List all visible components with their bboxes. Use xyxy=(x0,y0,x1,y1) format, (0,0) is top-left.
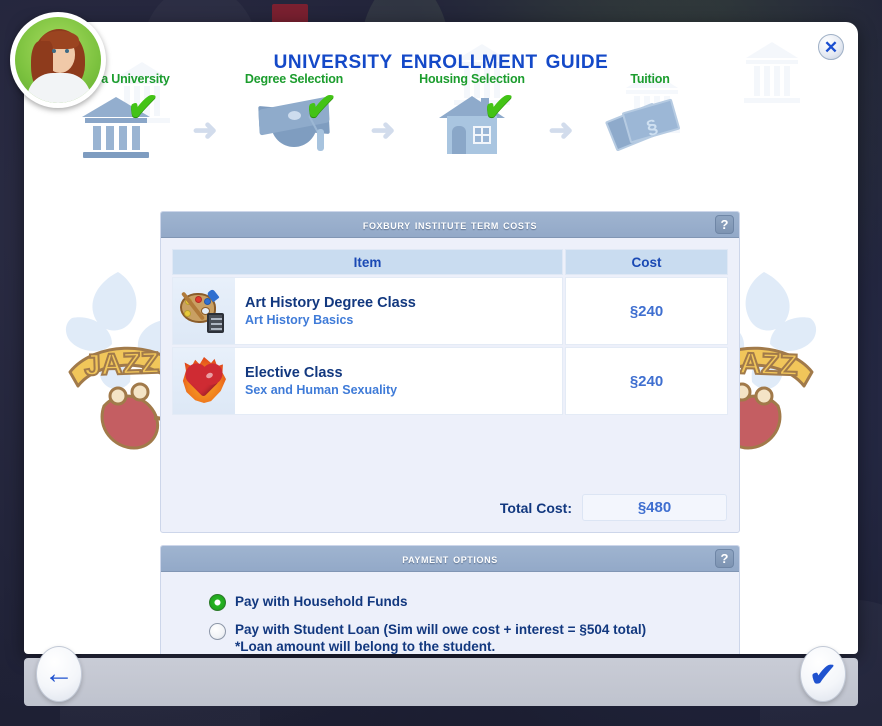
avatar[interactable] xyxy=(10,12,106,108)
costs-table: Item Cost Art History Degree Class Art H… xyxy=(172,249,728,415)
step-art: ✔ xyxy=(228,81,360,162)
step-label: Housing Selection xyxy=(419,72,525,86)
help-icon[interactable]: ? xyxy=(715,215,734,234)
row-subtitle: Sex and Human Sexuality xyxy=(245,383,398,397)
step-arrow-icon: ➜ xyxy=(370,114,396,147)
mascot-text: JAZZ xyxy=(84,347,160,383)
money-icon: § xyxy=(604,95,693,157)
university-enrollment-dialog: JAZZ JAZZ University Enrollment Guide ✕ xyxy=(24,22,858,654)
radio-button-selected[interactable] xyxy=(209,594,226,611)
row-subtitle: Art History Basics xyxy=(245,313,354,327)
confirm-button[interactable]: ✔ xyxy=(800,646,846,702)
row-title: Art History Degree Class xyxy=(245,295,416,311)
step-degree-selection[interactable]: Degree Selection ✔ xyxy=(228,72,360,162)
total-cost-label: Total Cost: xyxy=(499,499,572,516)
row-cost: §240 xyxy=(565,277,728,345)
flaming-heart-icon xyxy=(181,357,227,405)
option-label: Pay with Household Funds xyxy=(235,594,408,609)
table-row[interactable]: Elective Class Sex and Human Sexuality §… xyxy=(172,347,728,415)
payment-option-student-loan[interactable]: Pay with Student Loan (Sim will owe cost… xyxy=(209,622,646,654)
step-complete-check-icon: ✔ xyxy=(124,81,161,132)
total-cost-row: Total Cost: §480 xyxy=(500,494,727,521)
row-title: Elective Class xyxy=(245,365,343,381)
panel-header: Payment Options ? xyxy=(161,546,739,572)
option-label: Pay with Student Loan (Sim will owe cost… xyxy=(235,621,646,654)
help-icon[interactable]: ? xyxy=(715,549,734,568)
art-palette-icon xyxy=(180,287,228,335)
term-costs-panel: Foxbury Institute Term Costs ? Item Cost xyxy=(160,211,740,533)
step-arrow-icon: ➜ xyxy=(548,114,574,147)
enrollment-steps: Select a University ✔ ➜ Degree Selection… xyxy=(24,72,718,182)
column-header-cost: Cost xyxy=(565,249,728,275)
bottom-navigation-bar: ← ✔ xyxy=(24,646,858,706)
close-icon[interactable]: ✕ xyxy=(818,34,844,60)
panel-title-text: Foxbury Institute Term Costs xyxy=(362,217,538,232)
radio-button-unselected[interactable] xyxy=(209,623,226,640)
payment-options-panel: Payment Options ? Pay with Household Fun… xyxy=(160,545,740,654)
step-complete-check-icon: ✔ xyxy=(302,81,339,132)
step-housing-selection[interactable]: Housing Selection ✔ xyxy=(406,72,538,162)
row-thumbnail xyxy=(173,348,235,414)
row-item-cell: Elective Class Sex and Human Sexuality xyxy=(172,347,563,415)
step-arrow-icon: ➜ xyxy=(192,114,218,147)
column-header-item: Item xyxy=(172,249,563,275)
payment-option-household-funds[interactable]: Pay with Household Funds xyxy=(209,593,408,611)
row-texts: Art History Degree Class Art History Bas… xyxy=(245,295,416,327)
step-label: Tuition xyxy=(630,72,670,86)
step-complete-check-icon: ✔ xyxy=(480,81,517,132)
table-header-row: Item Cost xyxy=(172,249,728,275)
panel-title-text: Payment Options xyxy=(402,551,498,566)
avatar-portrait xyxy=(15,17,101,103)
option-label-line2: *Loan amount will belong to the student. xyxy=(235,639,496,654)
step-art: ✔ xyxy=(406,81,538,162)
row-cost: §240 xyxy=(565,347,728,415)
table-row[interactable]: Art History Degree Class Art History Bas… xyxy=(172,277,728,345)
row-texts: Elective Class Sex and Human Sexuality xyxy=(245,365,397,397)
step-label: Degree Selection xyxy=(244,72,344,86)
row-item-cell: Art History Degree Class Art History Bas… xyxy=(172,277,563,345)
option-label-line1: Pay with Student Loan (Sim will owe cost… xyxy=(235,622,647,637)
back-button[interactable]: ← xyxy=(36,646,82,702)
step-tuition[interactable]: Tuition § xyxy=(584,72,716,162)
step-art: § xyxy=(584,90,716,162)
total-cost-value: §480 xyxy=(582,494,727,521)
page-title: University Enrollment Guide xyxy=(273,44,609,74)
panel-header: Foxbury Institute Term Costs ? xyxy=(161,212,739,238)
row-thumbnail xyxy=(173,278,235,344)
